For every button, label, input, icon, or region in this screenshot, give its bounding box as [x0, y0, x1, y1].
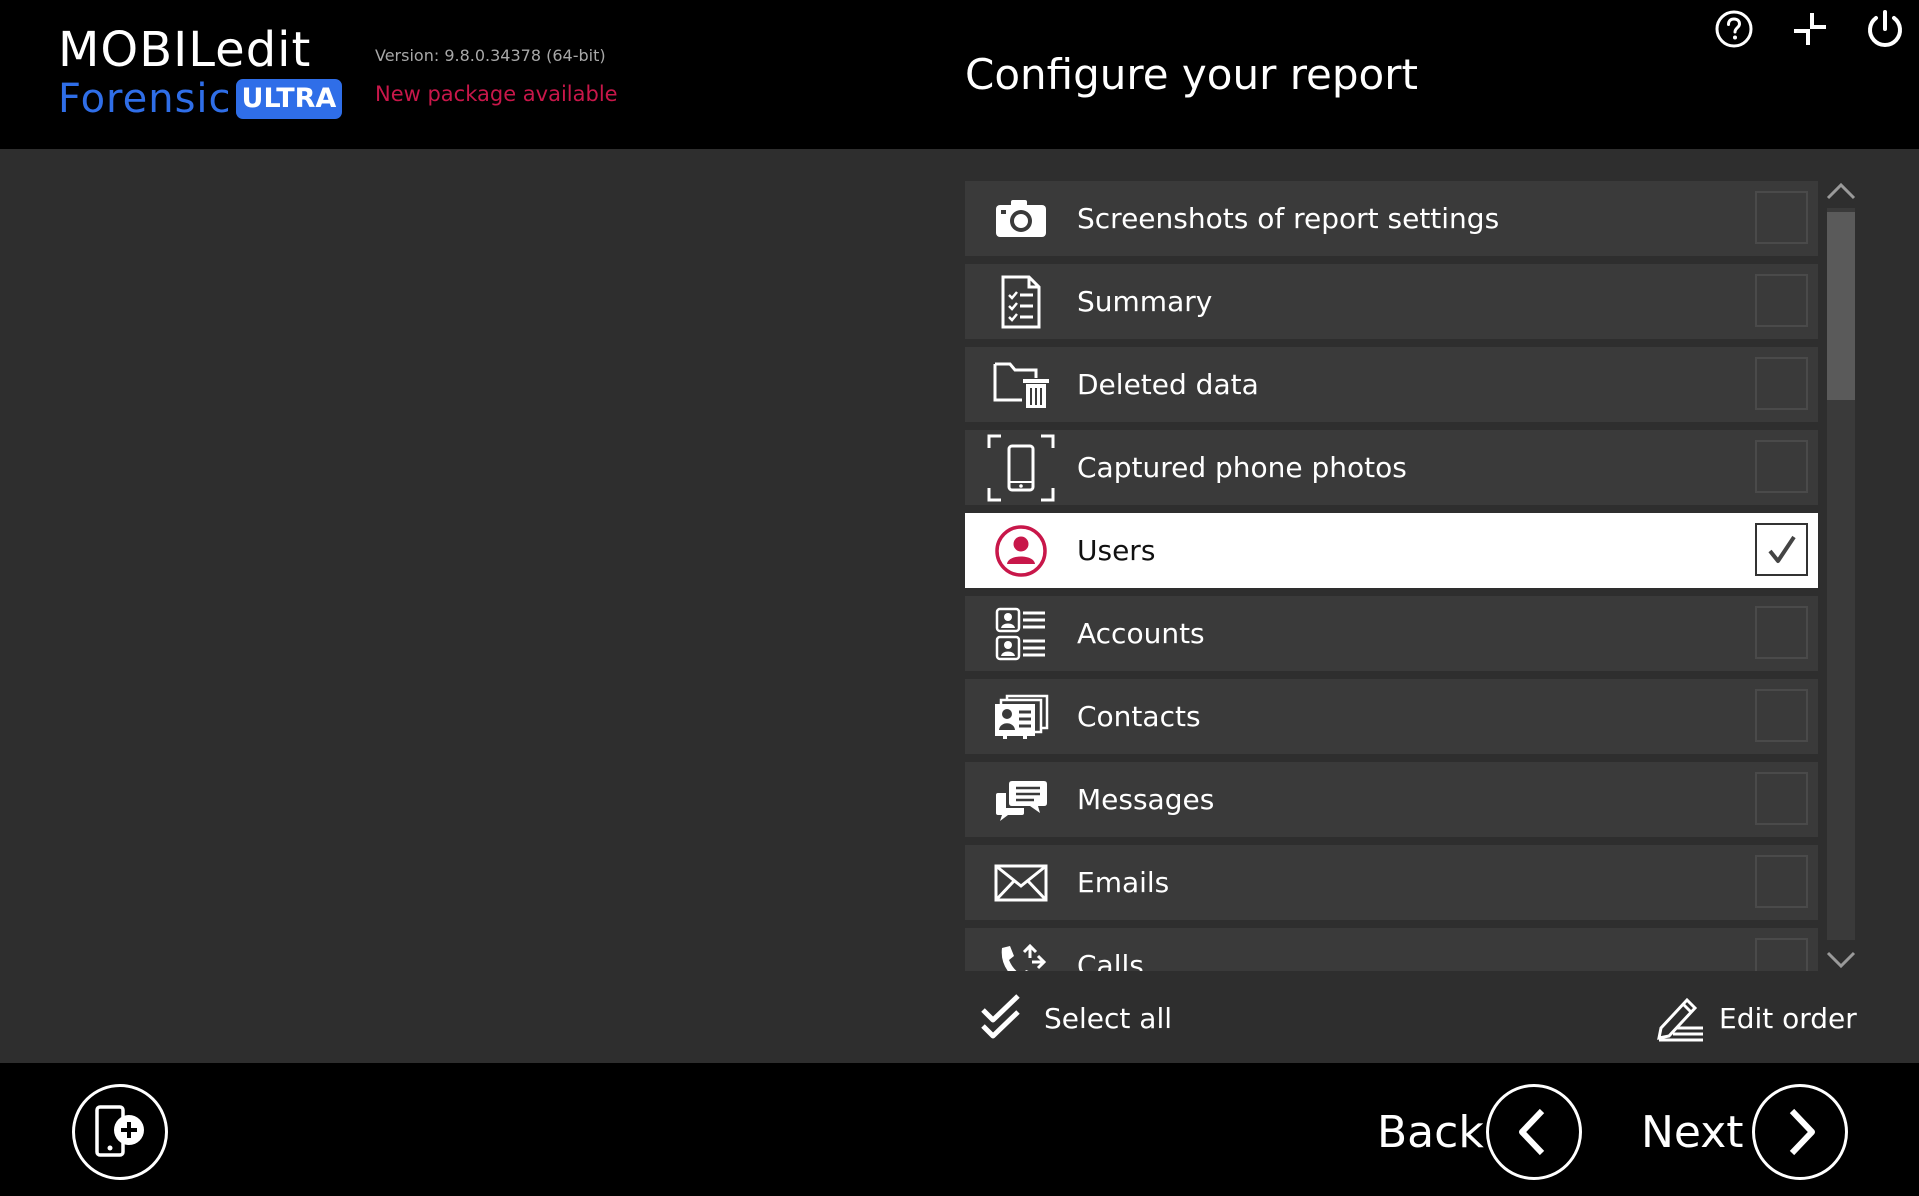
camera-icon [965, 181, 1077, 256]
deleted-data-icon [965, 347, 1077, 422]
add-device-button[interactable] [72, 1084, 168, 1180]
list-item-label: Contacts [1077, 700, 1201, 733]
scroll-up-button[interactable] [1822, 176, 1860, 206]
scrollbar-track[interactable] [1827, 208, 1855, 940]
next-button[interactable] [1752, 1084, 1848, 1180]
checkbox-checked[interactable] [1755, 523, 1808, 576]
scroll-down-button[interactable] [1822, 945, 1860, 975]
checkbox[interactable] [1755, 357, 1808, 410]
list-item-label: Accounts [1077, 617, 1205, 650]
scrollbar-thumb[interactable] [1827, 212, 1855, 400]
collapse-icon[interactable] [1789, 8, 1831, 50]
list-item-calls[interactable]: Calls [965, 928, 1818, 971]
checkbox[interactable] [1755, 855, 1808, 908]
logo-forensic-ultra: Forensic ULTRA [58, 74, 343, 124]
messages-icon [965, 762, 1077, 837]
checkbox[interactable] [1755, 772, 1808, 825]
logo-mobiledit: MOBILedit [58, 22, 312, 78]
list-item-label: Messages [1077, 783, 1215, 816]
checkbox[interactable] [1755, 689, 1808, 742]
chevron-right-icon [1789, 1108, 1815, 1156]
list-item-label: Screenshots of report settings [1077, 202, 1500, 235]
checkbox[interactable] [1755, 191, 1808, 244]
list-item-emails[interactable]: Emails [965, 845, 1818, 920]
new-package-link[interactable]: New package available [375, 82, 618, 106]
report-sections-list[interactable]: Screenshots of report settings Summary D… [965, 181, 1818, 971]
list-item-label: Emails [1077, 866, 1170, 899]
next-label[interactable]: Next [1641, 1107, 1744, 1158]
header: MOBILedit Forensic ULTRA Version: 9.8.0.… [0, 0, 1919, 149]
summary-document-icon [965, 264, 1077, 339]
list-item-summary[interactable]: Summary [965, 264, 1818, 339]
phone-capture-icon [965, 430, 1077, 505]
select-all-button[interactable]: Select all [980, 990, 1172, 1046]
version-label: Version: 9.8.0.34378 (64-bit) [375, 46, 606, 65]
back-button[interactable] [1486, 1084, 1582, 1180]
calls-icon [965, 928, 1077, 971]
edit-order-icon [1657, 997, 1703, 1042]
footer: Back Next [0, 1063, 1919, 1196]
list-item-label: Deleted data [1077, 368, 1259, 401]
checkbox[interactable] [1755, 606, 1808, 659]
list-item-label: Calls [1077, 949, 1144, 971]
double-check-icon [981, 994, 1020, 1039]
chevron-up-icon [1826, 182, 1856, 200]
add-phone-icon [95, 1105, 144, 1157]
user-icon [965, 513, 1077, 588]
list-item-deleted-data[interactable]: Deleted data [965, 347, 1818, 422]
logo-ultra-badge: ULTRA [235, 79, 343, 119]
logo-forensic-text: Forensic [58, 76, 232, 122]
power-icon[interactable] [1864, 8, 1906, 50]
list-item-label: Summary [1077, 285, 1213, 318]
page-title: Configure your report [965, 50, 1418, 99]
list-item-contacts[interactable]: Contacts [965, 679, 1818, 754]
email-icon [965, 845, 1077, 920]
list-item-captured-phone-photos[interactable]: Captured phone photos [965, 430, 1818, 505]
help-icon[interactable] [1713, 8, 1755, 50]
edit-order-button[interactable]: Edit order [1655, 990, 1857, 1046]
checkmark-icon [1767, 535, 1796, 563]
checkbox[interactable] [1755, 274, 1808, 327]
list-item-label: Captured phone photos [1077, 451, 1407, 484]
contacts-icon [965, 679, 1077, 754]
checkbox[interactable] [1755, 440, 1808, 493]
back-label[interactable]: Back [1377, 1107, 1484, 1158]
checkbox[interactable] [1755, 938, 1808, 971]
list-item-messages[interactable]: Messages [965, 762, 1818, 837]
list-item-label: Users [1077, 534, 1156, 567]
chevron-down-icon [1826, 951, 1856, 969]
select-all-label: Select all [1044, 1001, 1172, 1035]
accounts-icon [965, 596, 1077, 671]
list-item-accounts[interactable]: Accounts [965, 596, 1818, 671]
chevron-left-icon [1519, 1108, 1545, 1156]
list-item-screenshots[interactable]: Screenshots of report settings [965, 181, 1818, 256]
edit-order-label: Edit order [1719, 1001, 1857, 1035]
list-item-users[interactable]: Users [965, 513, 1818, 588]
